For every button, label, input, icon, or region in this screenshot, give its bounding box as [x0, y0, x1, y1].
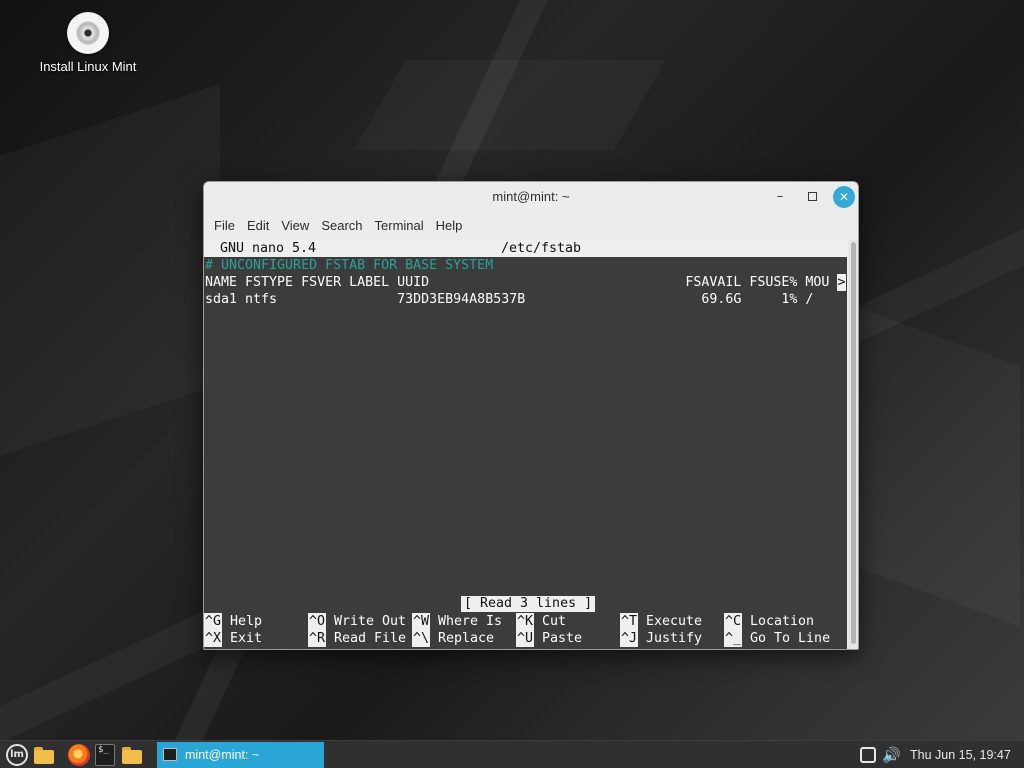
nano-shortcut-bar: ^G Help ^X Exit ^O Write Out ^R Read File ^W… — [204, 613, 847, 647]
file-line-3: sda1 ntfs 73DD3EB94A8B537B 69.6G 1% / — [205, 292, 814, 307]
nano-filename: /etc/fstab — [501, 241, 582, 256]
shortcut-label: Where Is — [438, 614, 503, 629]
task-label: mint@mint: ~ — [185, 748, 260, 762]
menu-terminal[interactable]: Terminal — [369, 212, 430, 240]
shortcut-help[interactable]: ^G Help — [204, 613, 262, 630]
menu-edit[interactable]: Edit — [241, 212, 275, 240]
shortcut-replace[interactable]: ^\ Replace — [412, 630, 494, 647]
shortcut-label: Read File — [334, 631, 407, 646]
files-icon[interactable] — [122, 744, 142, 766]
line-overflow-marker: > — [837, 274, 846, 291]
volume-icon[interactable]: 🔊 — [882, 744, 902, 766]
minimize-button[interactable]: – — [769, 186, 791, 208]
nano-header: GNU nano 5.4 /etc/fstab — [204, 240, 847, 257]
shortcut-key: ^K — [516, 613, 535, 630]
menu-view[interactable]: View — [275, 212, 315, 240]
shortcut-paste[interactable]: ^U Paste — [516, 630, 582, 647]
taskbar: lm $_ mint@mint: ~ 🔊 Thu Jun 15, 19:47 — [0, 740, 1024, 768]
shortcut-key: ^J — [620, 630, 639, 647]
shortcut-label: Replace — [438, 631, 495, 646]
shortcut-label: Write Out — [334, 614, 407, 629]
terminal-icon — [163, 748, 177, 761]
wallpaper-shape — [354, 60, 666, 150]
shortcut-key: ^W — [412, 613, 431, 630]
shortcut-key: ^G — [204, 613, 223, 630]
folder-body — [122, 750, 142, 764]
shortcut-label: Location — [750, 614, 815, 629]
shortcut-key: ^\ — [412, 630, 431, 647]
shortcut-execute[interactable]: ^T Execute — [620, 613, 702, 630]
firefox-icon[interactable] — [68, 744, 90, 766]
menu-file[interactable]: File — [208, 212, 241, 240]
shortcut-label: Help — [230, 614, 263, 629]
clock[interactable]: Thu Jun 15, 19:47 — [910, 741, 1011, 768]
wallpaper-shape — [0, 84, 220, 455]
shortcut-cut[interactable]: ^K Cut — [516, 613, 566, 630]
shortcut-justify[interactable]: ^J Justify — [620, 630, 702, 647]
network-icon[interactable] — [860, 747, 876, 763]
terminal-scrollbar[interactable] — [848, 240, 858, 649]
file-line-1: # UNCONFIGURED FSTAB FOR BASE SYSTEM — [205, 258, 494, 273]
scrollbar-thumb[interactable] — [851, 242, 856, 644]
shortcut-label: Justify — [646, 631, 703, 646]
menu-help[interactable]: Help — [430, 212, 469, 240]
shortcut-key: ^U — [516, 630, 535, 647]
folder-icon[interactable] — [34, 744, 54, 766]
close-button[interactable]: ✕ — [833, 186, 855, 208]
terminal-window[interactable]: mint@mint: ~ – ✕ File Edit View Search Termi… — [203, 181, 859, 650]
shortcut-write-out[interactable]: ^O Write Out — [308, 613, 406, 630]
shortcut-label: Exit — [230, 631, 263, 646]
terminal-area[interactable]: GNU nano 5.4 /etc/fstab # UNCONFIGURED F… — [204, 240, 847, 649]
shortcut-key: ^T — [620, 613, 639, 630]
taskbar-task-terminal[interactable]: mint@mint: ~ — [157, 742, 324, 768]
shortcut-key: ^O — [308, 613, 327, 630]
shortcut-label: Cut — [542, 614, 567, 629]
maximize-icon — [807, 192, 817, 201]
mint-menu-icon[interactable]: lm — [6, 744, 28, 766]
terminal-icon[interactable]: $_ — [95, 744, 115, 766]
shortcut-label: Go To Line — [750, 631, 831, 646]
shortcut-location[interactable]: ^C Location — [724, 613, 814, 630]
shortcut-label: Execute — [646, 614, 703, 629]
menubar: File Edit View Search Terminal Help — [204, 212, 858, 240]
shortcut-label: Paste — [542, 631, 583, 646]
shortcut-key: ^_ — [724, 630, 743, 647]
nano-version: GNU nano 5.4 — [220, 241, 317, 256]
shortcut-where-is[interactable]: ^W Where Is — [412, 613, 502, 630]
desktop-icon-install-linux-mint[interactable]: Install Linux Mint — [22, 10, 154, 74]
folder-body — [34, 750, 54, 764]
shortcut-key: ^X — [204, 630, 223, 647]
shortcut-read-file[interactable]: ^R Read File — [308, 630, 406, 647]
shortcut-key: ^R — [308, 630, 327, 647]
menu-search[interactable]: Search — [315, 212, 368, 240]
file-line-2: NAME FSTYPE FSVER LABEL UUID FSAVAIL FSU… — [205, 275, 830, 290]
desktop-icon-label: Install Linux Mint — [39, 59, 137, 74]
window-titlebar[interactable]: mint@mint: ~ – ✕ — [204, 182, 858, 212]
maximize-button[interactable] — [801, 186, 823, 208]
shortcut-go-to-line[interactable]: ^_ Go To Line — [724, 630, 830, 647]
disc-icon — [67, 12, 109, 54]
window-title: mint@mint: ~ — [492, 189, 570, 204]
shortcut-exit[interactable]: ^X Exit — [204, 630, 262, 647]
nano-status: [ Read 3 lines ] — [461, 596, 596, 612]
shortcut-key: ^C — [724, 613, 743, 630]
